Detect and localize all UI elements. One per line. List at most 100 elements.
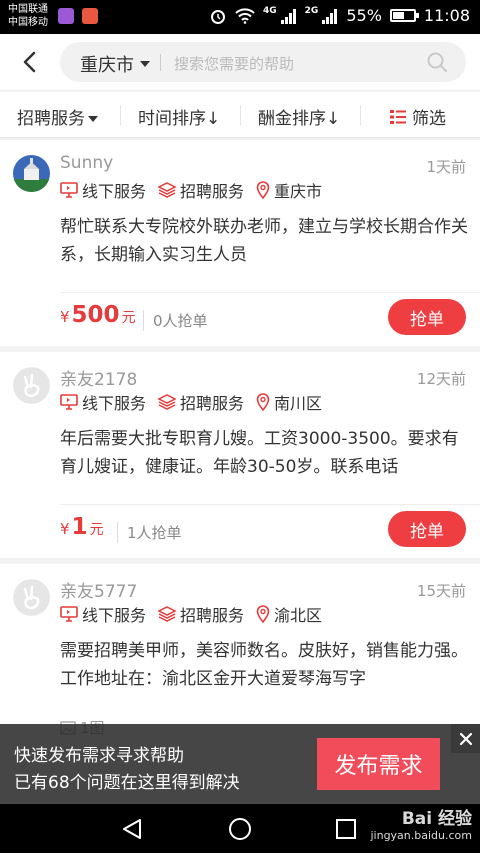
divider xyxy=(240,105,241,125)
category-filter[interactable]: 招聘服务 xyxy=(17,104,98,129)
search-bar[interactable]: 重庆市 搜索您需要的帮助 xyxy=(60,42,466,82)
currency-symbol: ¥ xyxy=(60,520,70,538)
publish-banner: 快速发布需求寻求帮助 已有68个问题在这里得到解决 发布需求 xyxy=(0,724,480,804)
category-label: 招聘服务 xyxy=(180,394,245,413)
divider xyxy=(360,105,361,125)
location-label: 重庆市 xyxy=(274,182,323,201)
username[interactable]: 亲友5777 xyxy=(60,577,137,602)
task-description: 帮忙联系大专院校外联办老师，建立与学校长期合作关系，长期输入实习生人员 xyxy=(60,217,468,265)
time-sort-button[interactable]: 时间排序↓ xyxy=(138,104,220,129)
post-time: 15天前 xyxy=(416,582,466,600)
location-label: 南川区 xyxy=(274,394,323,413)
username[interactable]: 亲友2178 xyxy=(60,365,137,390)
close-icon xyxy=(459,732,472,745)
location-pin-icon xyxy=(256,393,270,411)
service-type-label: 线下服务 xyxy=(82,606,147,625)
avatar[interactable] xyxy=(13,579,50,616)
task-card[interactable]: 亲友2178 12天前 线下服务 招聘服务 南川区 年后需要大批专职育儿嫂。工资… xyxy=(0,352,480,558)
location-tag: 渝北区 xyxy=(256,602,322,626)
caret-down-icon xyxy=(88,116,98,122)
monitor-icon xyxy=(60,182,78,198)
task-card[interactable]: Sunny 1天前 线下服务 招聘服务 重庆市 帮忙联系大专院校外联办老师，建立… xyxy=(0,140,480,346)
divider xyxy=(160,54,161,71)
location-label: 渝北区 xyxy=(274,606,323,625)
status-bar: 中国联通 中国移动 4G 2G 55% 11:08 xyxy=(0,0,480,34)
banner-title: 快速发布需求寻求帮助 xyxy=(14,746,184,766)
post-time: 12天前 xyxy=(416,370,466,388)
price-amount: 500 xyxy=(71,302,120,328)
task-description: 需要招聘美甲师，美容师数名。皮肤好，销售能力强。工作地址在：渝北区金开大道爱琴海… xyxy=(60,641,468,689)
task-description: 年后需要大批专职育儿嫂。工资3000-3500。要求有育儿嫂证，健康证。年龄30… xyxy=(60,429,459,477)
location-pin-icon xyxy=(256,605,270,623)
battery-icon xyxy=(389,9,419,22)
close-banner-button[interactable] xyxy=(451,724,480,753)
layers-icon xyxy=(158,606,177,622)
carrier-labels: 中国联通 中国移动 xyxy=(8,3,48,29)
home-circle-icon[interactable] xyxy=(228,817,252,841)
avatar[interactable] xyxy=(13,155,50,192)
category-tag: 招聘服务 xyxy=(158,390,244,414)
alarm-icon xyxy=(211,9,226,24)
tag-row: 线下服务 招聘服务 渝北区 xyxy=(60,602,334,626)
grab-order-button[interactable]: 抢单 xyxy=(388,511,466,547)
filter-button-label: 筛选 xyxy=(412,109,446,129)
battery-percent: 55% xyxy=(346,6,382,25)
category-label: 招聘服务 xyxy=(180,182,245,201)
filter-list-icon xyxy=(390,109,406,124)
caret-down-icon[interactable] xyxy=(140,61,150,67)
wifi-icon xyxy=(235,7,255,24)
divider xyxy=(120,105,121,125)
service-type-tag: 线下服务 xyxy=(60,602,146,626)
filter-button[interactable]: 筛选 xyxy=(389,104,446,129)
tag-row: 线下服务 招聘服务 南川区 xyxy=(60,390,334,414)
clock: 11:08 xyxy=(423,6,470,25)
service-type-tag: 线下服务 xyxy=(60,178,146,202)
battery-level xyxy=(392,12,404,19)
username[interactable]: Sunny xyxy=(60,153,113,173)
carrier-1: 中国联通 xyxy=(8,4,48,15)
network-type-2: 2G xyxy=(304,5,319,16)
layers-icon xyxy=(158,182,177,198)
top-header: 重庆市 搜索您需要的帮助 xyxy=(0,34,480,90)
price-unit: 元 xyxy=(121,310,136,326)
reward-sort-button[interactable]: 酬金排序↓ xyxy=(258,104,340,129)
tag-row: 线下服务 招聘服务 重庆市 xyxy=(60,178,334,202)
location-tag: 南川区 xyxy=(256,390,322,414)
publish-request-button[interactable]: 发布需求 xyxy=(317,738,440,790)
grab-count: 1人抢单 xyxy=(117,522,182,543)
location-pin-icon xyxy=(256,181,270,199)
signal-icon xyxy=(280,8,296,24)
recents-square-icon[interactable] xyxy=(335,818,357,840)
carrier-2: 中国移动 xyxy=(8,17,48,28)
reward-price: ¥ 500 元 xyxy=(60,302,136,328)
service-type-label: 线下服务 xyxy=(82,182,147,201)
divider xyxy=(60,504,480,505)
city-selector[interactable]: 重庆市 xyxy=(80,51,134,77)
watermark-url: jingyan.baidu.com xyxy=(370,829,472,842)
back-triangle-icon[interactable] xyxy=(121,818,143,840)
reward-price: ¥ 1 元 xyxy=(60,514,104,540)
divider xyxy=(60,292,480,293)
category-filter-label: 招聘服务 xyxy=(17,109,85,129)
grab-count: 0人抢单 xyxy=(143,310,208,331)
network-type-1: 4G xyxy=(263,5,277,16)
banner-subtitle: 已有68个问题在这里得到解决 xyxy=(14,773,240,793)
grab-order-button[interactable]: 抢单 xyxy=(388,299,466,335)
signal-icon xyxy=(322,8,338,24)
status-indicators: 4G 2G 55% 11:08 xyxy=(209,6,470,25)
search-input[interactable]: 搜索您需要的帮助 xyxy=(174,53,294,74)
search-icon[interactable] xyxy=(426,51,448,73)
watermark: Bai 经验 jingyan.baidu.com xyxy=(370,804,472,842)
category-tag: 招聘服务 xyxy=(158,178,244,202)
service-type-label: 线下服务 xyxy=(82,394,147,413)
avatar[interactable] xyxy=(13,367,50,404)
post-time: 1天前 xyxy=(426,158,466,176)
price-amount: 1 xyxy=(71,514,88,540)
category-tag: 招聘服务 xyxy=(158,602,244,626)
currency-symbol: ¥ xyxy=(60,308,70,326)
back-arrow-icon[interactable] xyxy=(16,48,44,76)
price-unit: 元 xyxy=(89,522,104,538)
category-label: 招聘服务 xyxy=(180,606,245,625)
app-notification-icon xyxy=(82,8,98,24)
layers-icon xyxy=(158,394,177,410)
